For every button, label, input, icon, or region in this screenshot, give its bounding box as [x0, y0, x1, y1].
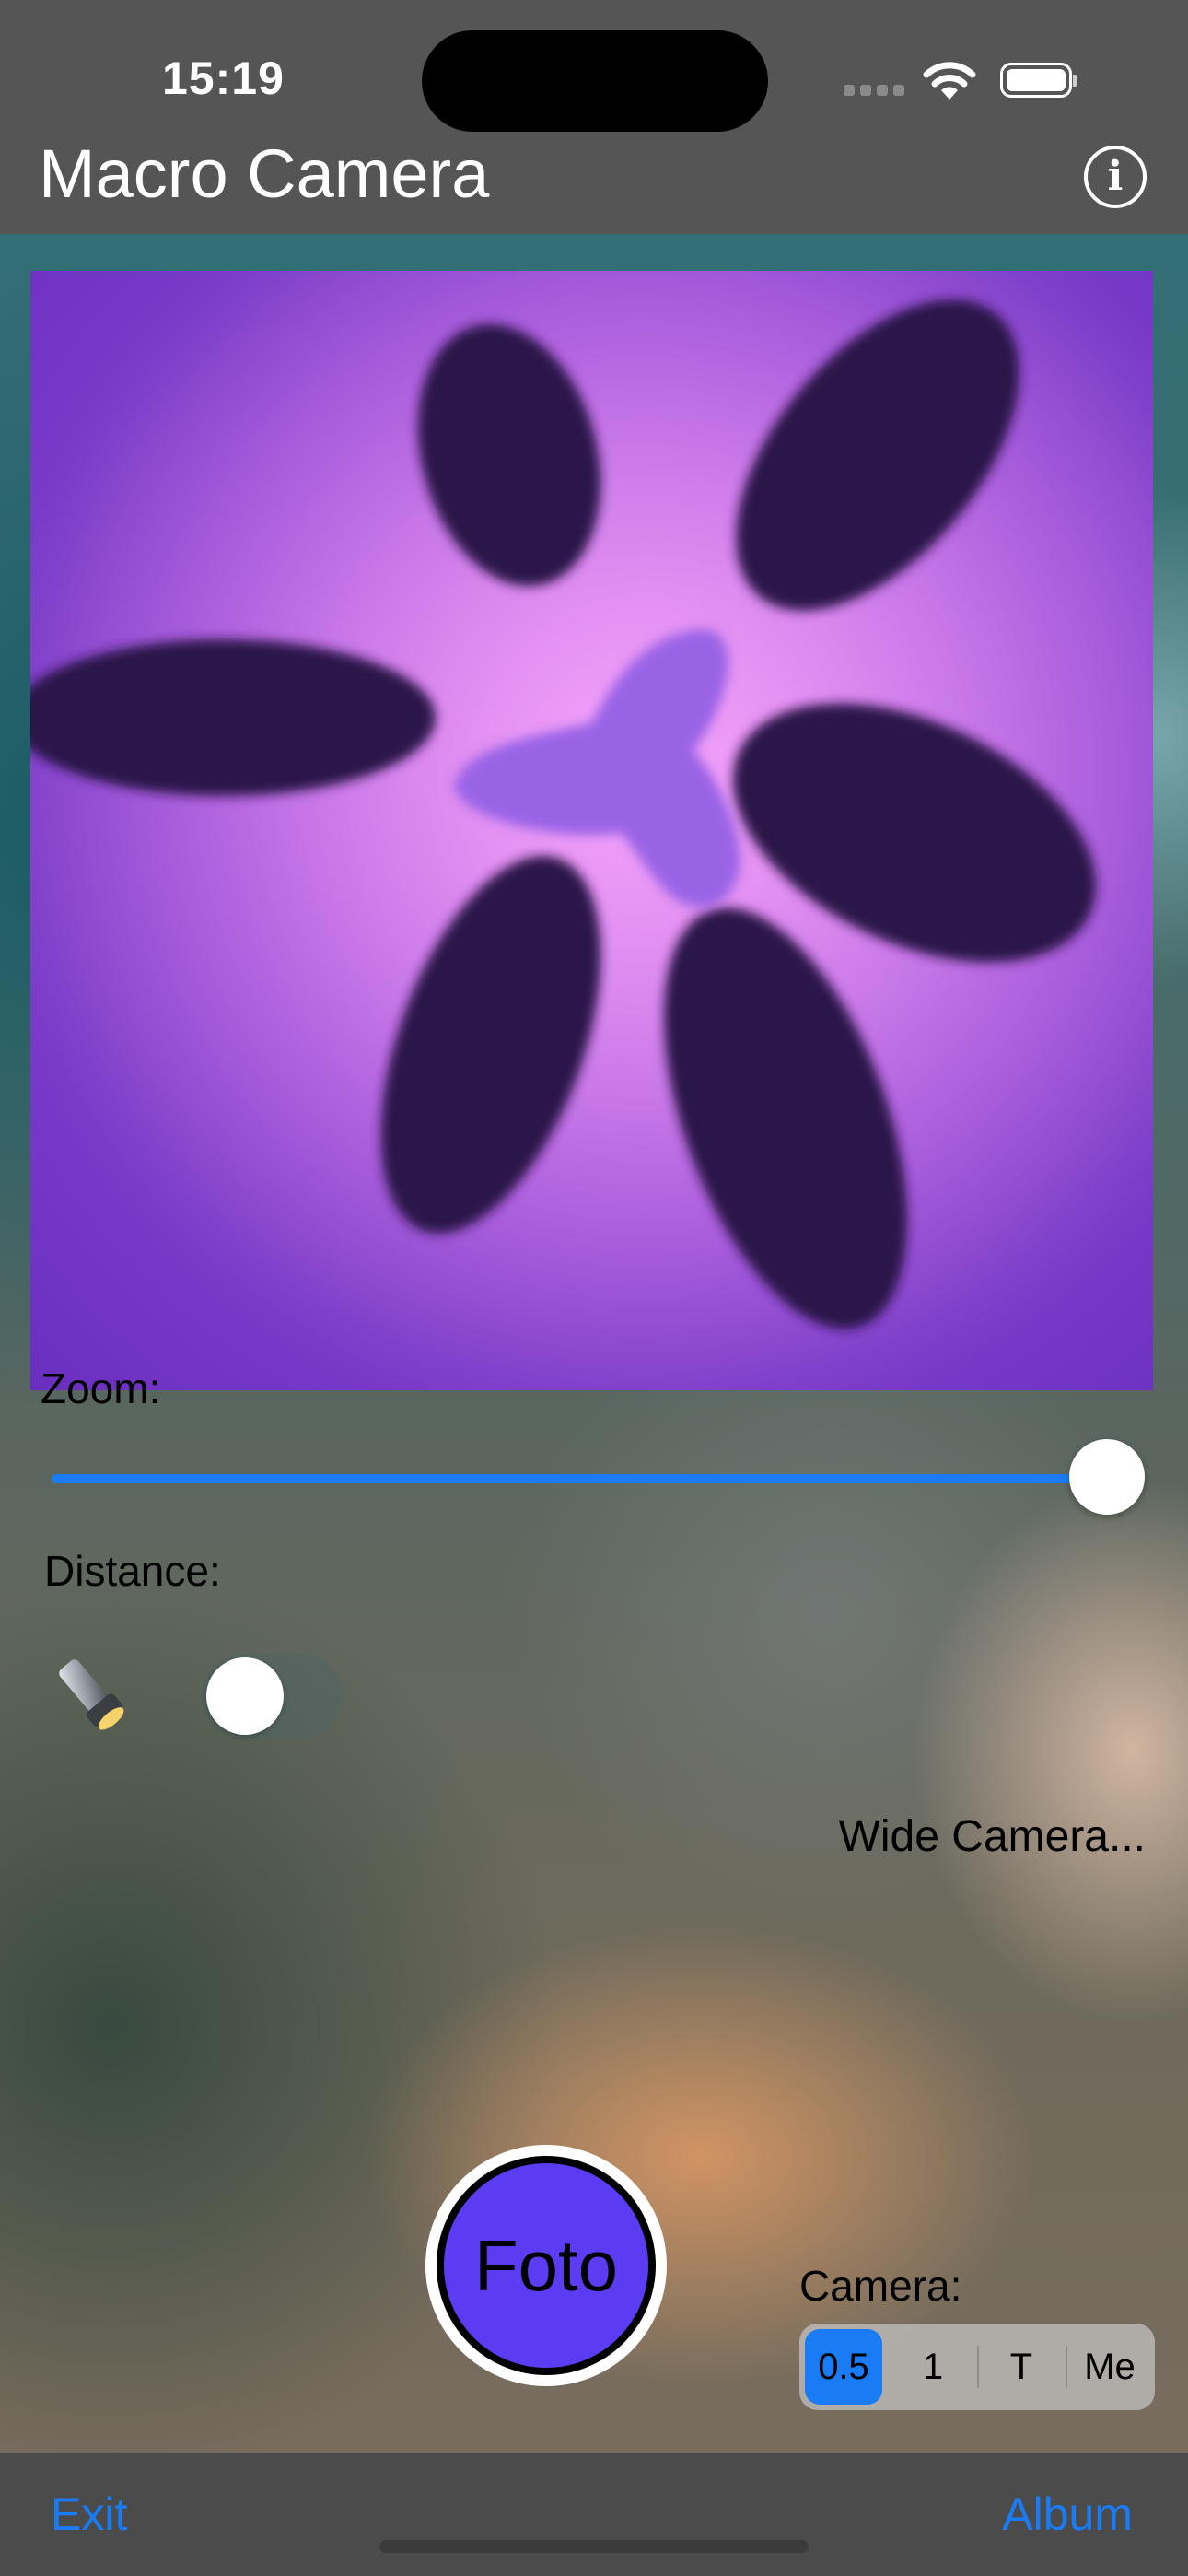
camera-option-1[interactable]: 1: [891, 2329, 974, 2405]
camera-option-0-5[interactable]: 0.5: [805, 2329, 882, 2405]
segment-divider: [977, 2346, 979, 2388]
shutter-label: Foto: [437, 2156, 656, 2375]
camera-screen: 15:19 Macro Camera i Zoom: Distance: Wid…: [0, 0, 1188, 2576]
distance-label: Distance:: [44, 1547, 221, 1595]
zoom-label: Zoom:: [41, 1364, 161, 1412]
wifi-icon: [923, 62, 976, 100]
info-circle-icon: i: [1107, 153, 1124, 200]
flashlight-icon: [59, 1659, 124, 1730]
exit-button[interactable]: Exit: [51, 2488, 127, 2541]
status-time: 15:19: [162, 53, 285, 104]
battery-icon: [1000, 63, 1077, 98]
cellular-signal-icon: [844, 85, 904, 98]
camera-segmented-control: 0.5 1 T Me: [799, 2324, 1155, 2410]
home-indicator[interactable]: [379, 2540, 809, 2553]
zoom-slider-track[interactable]: [52, 1474, 1107, 1483]
camera-option-t[interactable]: T: [980, 2329, 1063, 2405]
camera-label: Camera:: [799, 2262, 962, 2310]
page-title: Macro Camera: [39, 135, 490, 212]
shutter-button[interactable]: Foto: [425, 2145, 667, 2386]
camera-preview[interactable]: [30, 271, 1153, 1390]
torch-toggle[interactable]: [203, 1654, 343, 1739]
segment-divider: [1066, 2346, 1067, 2388]
camera-option-me[interactable]: Me: [1068, 2329, 1151, 2405]
toggle-knob: [206, 1657, 284, 1735]
album-button[interactable]: Album: [1002, 2488, 1133, 2541]
dynamic-island: [422, 30, 768, 132]
zoom-slider-thumb[interactable]: [1069, 1439, 1145, 1515]
flower-macro-image: [30, 271, 1153, 1390]
info-button[interactable]: i: [1084, 146, 1147, 208]
camera-status-text: Wide Camera...: [838, 1812, 1146, 1861]
